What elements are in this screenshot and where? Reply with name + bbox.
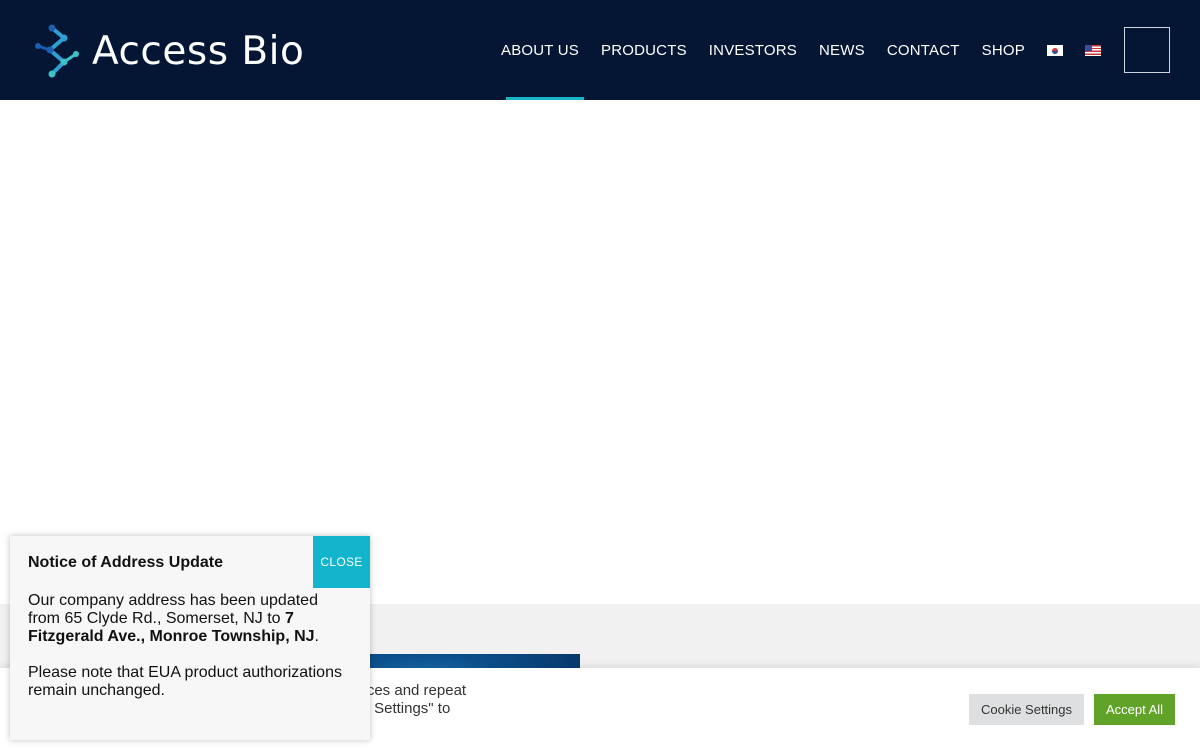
notice-body: Our company address has been updated fro… bbox=[28, 592, 348, 718]
us-flag-icon[interactable] bbox=[1084, 44, 1101, 56]
page: Access Bio ABOUT US PRODUCTS INVESTORS N… bbox=[0, 0, 1200, 750]
logo-text: Access Bio bbox=[92, 28, 305, 74]
notice-title: Notice of Address Update bbox=[28, 554, 223, 571]
notice-text: . bbox=[314, 628, 319, 645]
site-logo[interactable]: Access Bio bbox=[30, 24, 304, 78]
nav-item-news[interactable]: NEWS bbox=[808, 0, 876, 100]
accept-all-button[interactable]: Accept All bbox=[1094, 694, 1175, 725]
main-nav: ABOUT US PRODUCTS INVESTORS NEWS CONTACT… bbox=[490, 0, 1112, 100]
logo-mark-icon bbox=[35, 24, 79, 78]
notice-paragraph: Please note that EUA product authorizati… bbox=[28, 664, 342, 699]
korean-flag-icon[interactable] bbox=[1046, 44, 1063, 56]
address-notice-popup: Notice of Address Update CLOSE Our compa… bbox=[10, 536, 370, 740]
close-button[interactable]: CLOSE bbox=[313, 536, 370, 588]
nav-item-investors[interactable]: INVESTORS bbox=[698, 0, 808, 100]
notice-text: Our company address has been updated fro… bbox=[28, 592, 318, 627]
site-header: Access Bio ABOUT US PRODUCTS INVESTORS N… bbox=[0, 0, 1200, 100]
nav-item-about-us[interactable]: ABOUT US bbox=[490, 0, 590, 100]
cookie-settings-button[interactable]: Cookie Settings bbox=[969, 694, 1084, 725]
search-toggle-button[interactable] bbox=[1124, 27, 1170, 73]
notice-paragraph: Our company address has been updated fro… bbox=[28, 592, 348, 646]
nav-item-shop[interactable]: SHOP bbox=[971, 0, 1036, 100]
nav-item-contact[interactable]: CONTACT bbox=[876, 0, 971, 100]
nav-item-products[interactable]: PRODUCTS bbox=[590, 0, 698, 100]
